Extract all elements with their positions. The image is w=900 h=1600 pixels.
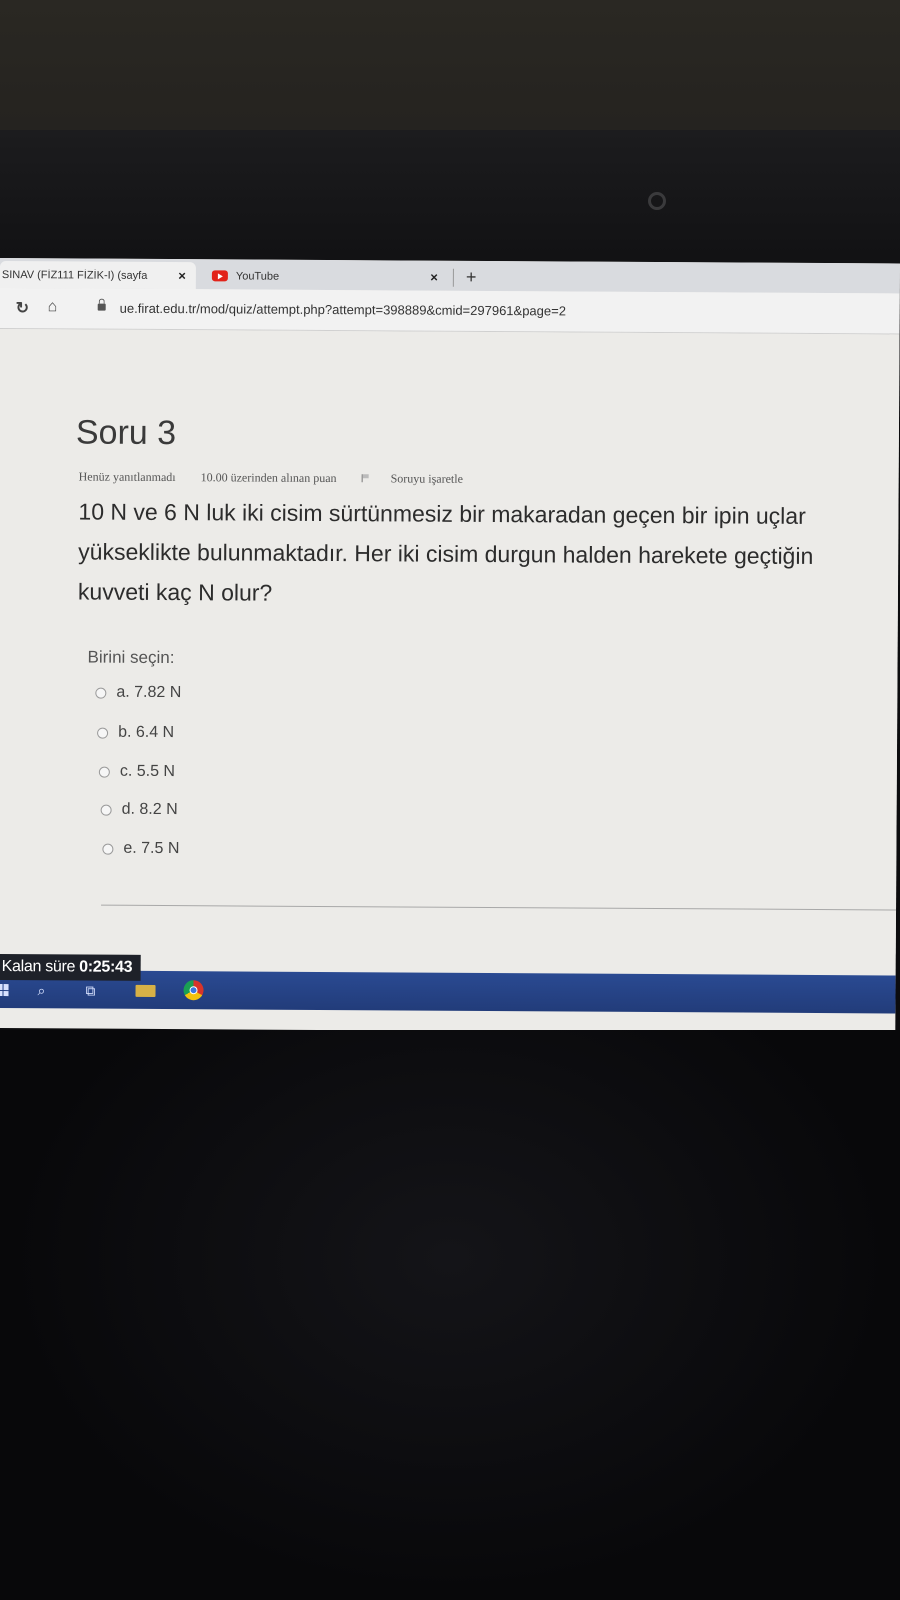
question-text-line: kuvveti kaç N olur? <box>77 578 273 606</box>
radio-button[interactable] <box>95 687 107 699</box>
tab-quiz[interactable]: SINAV (FİZ111 FİZİK-I) (sayfa × <box>0 260 196 290</box>
radio-button[interactable] <box>97 727 109 739</box>
time-remaining-value: 0:25:43 <box>79 958 133 976</box>
background-wall <box>0 0 900 150</box>
close-icon[interactable]: × <box>178 268 186 283</box>
lock-icon <box>97 303 106 311</box>
answer-prompt: Birini seçin: <box>87 647 175 668</box>
option-label: c. 5.5 N <box>119 762 176 781</box>
windows-start-icon[interactable] <box>0 983 10 997</box>
time-remaining-label: Kalan süre <box>1 958 76 976</box>
url-field[interactable]: ue.firat.edu.tr/mod/quiz/attempt.php?att… <box>120 301 566 319</box>
youtube-icon <box>211 270 228 282</box>
flag-question-link[interactable]: Soruyu işaretle <box>361 471 485 486</box>
question-text-line: 10 N ve 6 N luk iki cisim sürtünmesiz bi… <box>78 498 806 529</box>
radio-button[interactable] <box>98 766 110 778</box>
flag-question-label: Soruyu işaretle <box>390 471 463 486</box>
option-label: b. 6.4 N <box>118 723 175 742</box>
radio-button[interactable] <box>100 804 112 816</box>
laptop-keyboard <box>0 1030 900 1600</box>
option-a[interactable]: a. 7.82 N <box>95 684 181 703</box>
option-b[interactable]: b. 6.4 N <box>97 724 174 742</box>
option-label: e. 7.5 N <box>123 839 180 858</box>
question-status: Henüz yanıtlanmadı <box>78 469 176 485</box>
question-info: Henüz yanıtlanmadı 10.00 üzerinden alına… <box>79 469 507 487</box>
reload-icon[interactable]: ↻ <box>16 298 30 318</box>
option-d[interactable]: d. 8.2 N <box>100 800 178 819</box>
question-title: Soru 3 <box>75 413 177 453</box>
question-text-line: yükseklikte bulunmaktadır. Her iki cisim… <box>78 538 814 569</box>
option-c[interactable]: c. 5.5 N <box>98 762 176 781</box>
tab-divider <box>452 268 454 287</box>
tab-youtube-label: YouTube <box>235 269 280 283</box>
monitor-bezel <box>0 130 900 270</box>
tab-youtube[interactable]: YouTube × <box>200 262 450 291</box>
home-icon[interactable]: ⌂ <box>48 298 58 316</box>
time-remaining: Kalan süre 0:25:43 <box>0 953 141 981</box>
address-bar: ↻ ⌂ ue.firat.edu.tr/mod/quiz/attempt.php… <box>0 287 900 335</box>
search-icon[interactable]: ⌕ <box>37 982 45 999</box>
task-view-icon[interactable]: ⧉ <box>85 983 95 1000</box>
webcam-icon <box>648 192 666 210</box>
close-icon[interactable]: × <box>430 270 438 285</box>
question-text: 10 N ve 6 N luk iki cisim sürtünmesiz bi… <box>78 491 900 616</box>
chrome-icon[interactable] <box>183 980 204 1001</box>
monitor-screen: SINAV (FİZ111 FİZİK-I) (sayfa × YouTube … <box>0 258 900 1034</box>
radio-button[interactable] <box>102 843 114 855</box>
flag-icon <box>361 474 369 483</box>
tab-quiz-label: SINAV (FİZ111 FİZİK-I) (sayfa <box>1 268 148 282</box>
divider <box>101 904 900 911</box>
file-explorer-icon[interactable] <box>135 984 156 997</box>
option-label: d. 8.2 N <box>121 800 178 819</box>
quiz-page: Soru 3 Henüz yanıtlanmadı 10.00 üzerinde… <box>0 328 900 955</box>
new-tab-button[interactable]: + <box>466 267 477 288</box>
option-e[interactable]: e. 7.5 N <box>102 840 179 858</box>
question-points: 10.00 üzerinden alınan puan <box>200 470 337 486</box>
option-label: a. 7.82 N <box>116 683 182 702</box>
